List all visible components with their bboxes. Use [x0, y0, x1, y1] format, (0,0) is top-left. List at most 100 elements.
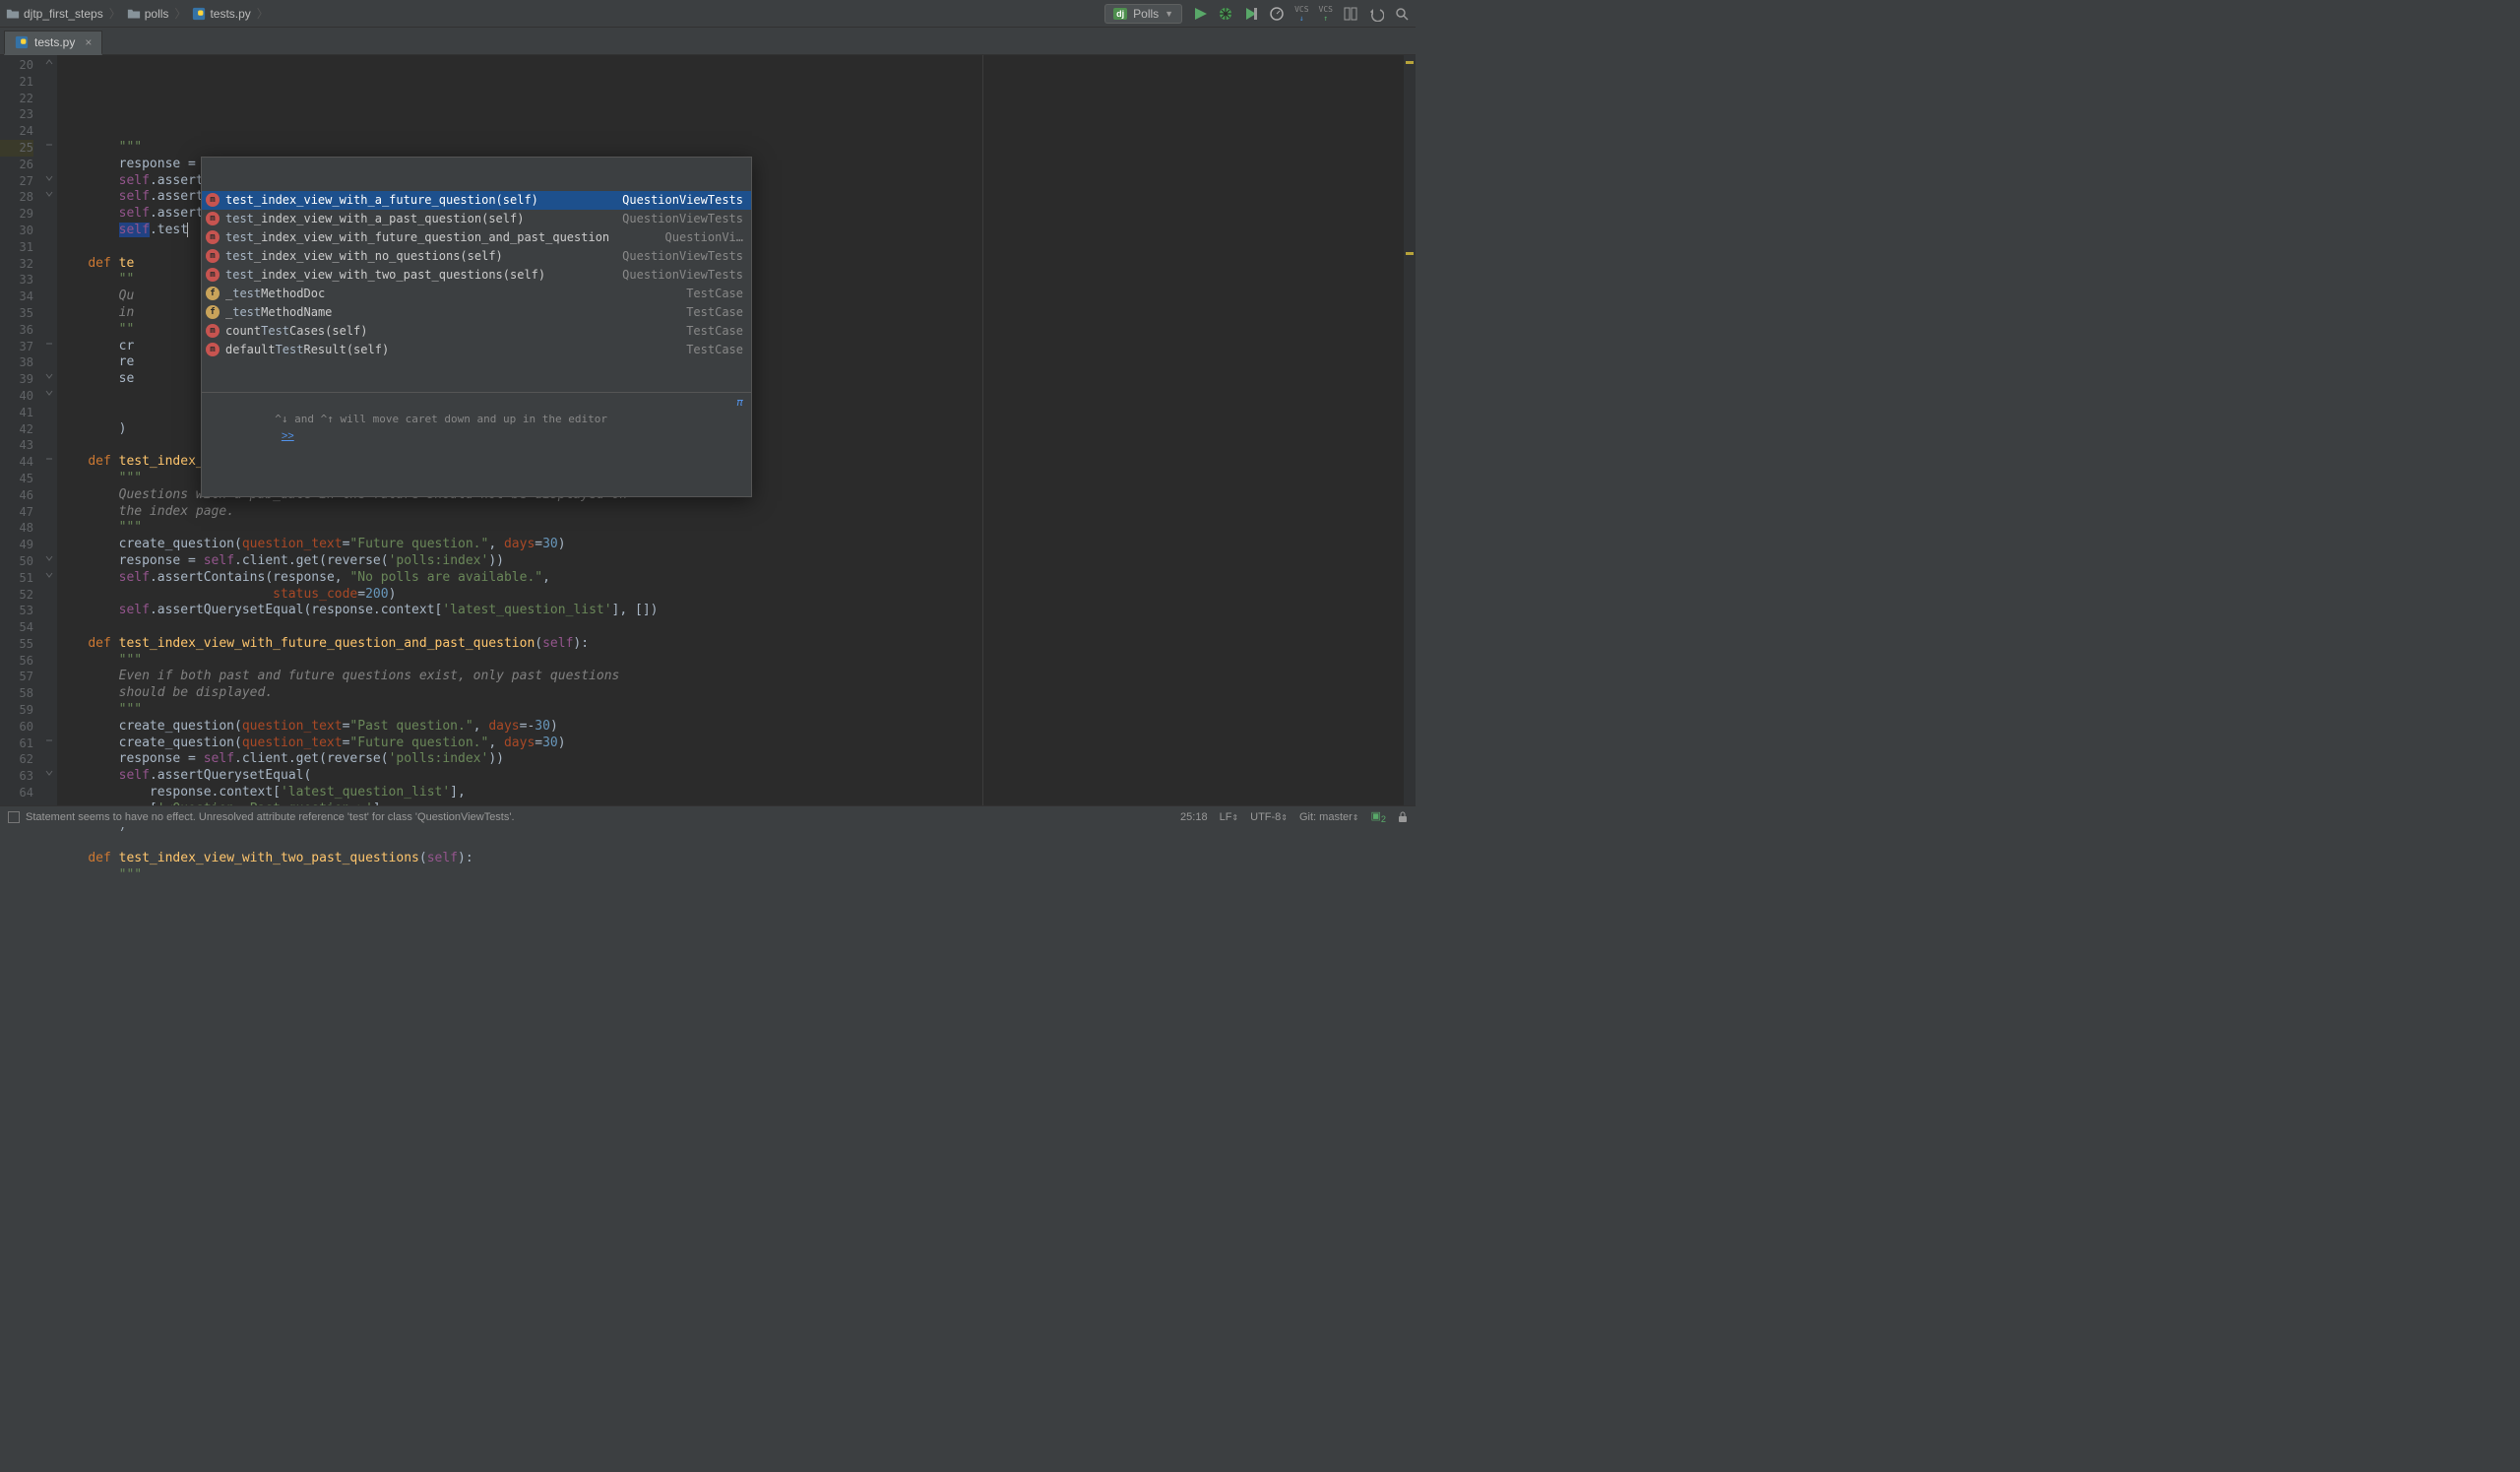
code-line[interactable]: the index page.	[57, 504, 1416, 521]
code-line[interactable]	[57, 834, 1416, 851]
line-number[interactable]: 24	[0, 123, 33, 140]
code-line[interactable]: self.assertQuerysetEqual(response.contex…	[57, 603, 1416, 619]
code-line[interactable]: def test_index_view_with_two_past_questi…	[57, 851, 1416, 867]
completion-item[interactable]: mtest_index_view_with_two_past_questions…	[202, 266, 751, 285]
line-number[interactable]: 27	[0, 173, 33, 190]
line-number[interactable]: 59	[0, 702, 33, 719]
completion-item[interactable]: mcountTestCases(self)TestCase	[202, 322, 751, 341]
pi-icon[interactable]: π	[736, 395, 743, 461]
code-line[interactable]: self.assertContains(response, "No polls …	[57, 570, 1416, 587]
code-line[interactable]: create_question(question_text="Future qu…	[57, 736, 1416, 752]
line-number[interactable]: 20	[0, 57, 33, 74]
line-number[interactable]: 32	[0, 256, 33, 273]
fold-toggle-icon[interactable]	[44, 371, 54, 381]
code-line[interactable]: status_code=200)	[57, 587, 1416, 604]
code-completion-popup[interactable]: mtest_index_view_with_a_future_question(…	[201, 157, 752, 497]
code-line[interactable]: self.assertQuerysetEqual(	[57, 768, 1416, 785]
line-number[interactable]: 62	[0, 751, 33, 768]
line-number[interactable]: 40	[0, 388, 33, 405]
fold-toggle-icon[interactable]	[44, 140, 54, 150]
line-number[interactable]: 44	[0, 454, 33, 471]
line-number[interactable]: 51	[0, 570, 33, 587]
stripe-warning-marker[interactable]	[1406, 252, 1414, 255]
fold-toggle-icon[interactable]	[44, 768, 54, 778]
code-line[interactable]: create_question(question_text="Future qu…	[57, 537, 1416, 553]
code-line[interactable]: should be displayed.	[57, 685, 1416, 702]
code-line[interactable]: response = self.client.get(reverse('poll…	[57, 553, 1416, 570]
stripe-warning-marker[interactable]	[1406, 61, 1414, 64]
fold-toggle-icon[interactable]	[44, 454, 54, 464]
code-line[interactable]: """	[57, 140, 1416, 157]
line-number[interactable]: 50	[0, 553, 33, 570]
code-line[interactable]: create_question(question_text="Past ques…	[57, 719, 1416, 736]
breadcrumb-project[interactable]: djtp_first_steps	[6, 7, 103, 21]
line-number[interactable]: 26	[0, 157, 33, 173]
line-number[interactable]: 30	[0, 223, 33, 239]
code-line[interactable]: """	[57, 702, 1416, 719]
cursor-position[interactable]: 25:18	[1180, 811, 1208, 823]
line-number[interactable]: 61	[0, 736, 33, 752]
completion-item[interactable]: mtest_index_view_with_a_future_question(…	[202, 191, 751, 210]
vcs-update-button[interactable]: VCS↓	[1294, 5, 1308, 23]
code-editor[interactable]: 2021222324252627282930313233343536373839…	[0, 55, 1416, 805]
line-number[interactable]: 35	[0, 305, 33, 322]
completion-item[interactable]: f_testMethodNameTestCase	[202, 303, 751, 322]
line-number[interactable]: 36	[0, 322, 33, 339]
completion-item[interactable]: mtest_index_view_with_a_past_question(se…	[202, 210, 751, 228]
debug-button[interactable]	[1218, 6, 1233, 22]
line-number[interactable]: 22	[0, 91, 33, 107]
completion-item[interactable]: mtest_index_view_with_no_questions(self)…	[202, 247, 751, 266]
line-number[interactable]: 54	[0, 619, 33, 636]
lock-icon[interactable]	[1398, 811, 1408, 823]
fold-toggle-icon[interactable]	[44, 388, 54, 398]
error-stripe[interactable]	[1404, 55, 1416, 805]
run-button[interactable]	[1192, 6, 1208, 22]
fold-toggle-icon[interactable]	[44, 57, 54, 67]
line-number[interactable]: 38	[0, 354, 33, 371]
line-number[interactable]: 58	[0, 685, 33, 702]
line-number-gutter[interactable]: 2021222324252627282930313233343536373839…	[0, 55, 41, 805]
line-number[interactable]: 31	[0, 239, 33, 256]
code-line[interactable]: """	[57, 867, 1416, 884]
profile-button[interactable]	[1269, 6, 1285, 22]
line-number[interactable]: 46	[0, 487, 33, 504]
code-line[interactable]: Even if both past and future questions e…	[57, 669, 1416, 685]
line-number[interactable]: 57	[0, 669, 33, 685]
completion-item[interactable]: mdefaultTestResult(self)TestCase	[202, 341, 751, 359]
breadcrumb-package[interactable]: polls	[127, 7, 169, 21]
line-number[interactable]: 43	[0, 437, 33, 454]
line-number[interactable]: 34	[0, 288, 33, 305]
fold-toggle-icon[interactable]	[44, 736, 54, 745]
line-number[interactable]: 64	[0, 785, 33, 801]
run-config-selector[interactable]: dj Polls ▼	[1104, 4, 1182, 24]
breadcrumb-file[interactable]: tests.py	[192, 7, 250, 21]
fold-toggle-icon[interactable]	[44, 189, 54, 199]
fold-gutter[interactable]	[41, 55, 57, 805]
line-number[interactable]: 29	[0, 206, 33, 223]
code-area[interactable]: mtest_index_view_with_a_future_question(…	[57, 55, 1416, 805]
git-branch-selector[interactable]: Git: master⇕	[1299, 811, 1359, 823]
tool-window-toggle-icon[interactable]	[8, 811, 20, 823]
completion-hint-link[interactable]: >>	[282, 430, 294, 442]
line-number[interactable]: 37	[0, 339, 33, 355]
line-number[interactable]: 52	[0, 587, 33, 604]
line-number[interactable]: 48	[0, 520, 33, 537]
line-number[interactable]: 63	[0, 768, 33, 785]
line-number[interactable]: 53	[0, 603, 33, 619]
code-line[interactable]: response.context['latest_question_list']…	[57, 785, 1416, 801]
fold-toggle-icon[interactable]	[44, 553, 54, 563]
code-line[interactable]	[57, 619, 1416, 636]
code-line[interactable]: """	[57, 520, 1416, 537]
tab-tests-py[interactable]: tests.py ×	[4, 31, 102, 55]
line-number[interactable]: 21	[0, 74, 33, 91]
line-number[interactable]: 60	[0, 719, 33, 736]
code-line[interactable]: def test_index_view_with_future_question…	[57, 636, 1416, 653]
line-number[interactable]: 28	[0, 189, 33, 206]
code-line[interactable]: response = self.client.get(reverse('poll…	[57, 751, 1416, 768]
fold-toggle-icon[interactable]	[44, 173, 54, 183]
line-separator-selector[interactable]: LF⇕	[1220, 811, 1239, 823]
completion-item[interactable]: f_testMethodDocTestCase	[202, 285, 751, 303]
line-number[interactable]: 55	[0, 636, 33, 653]
line-number[interactable]: 39	[0, 371, 33, 388]
compare-button[interactable]	[1343, 6, 1358, 22]
